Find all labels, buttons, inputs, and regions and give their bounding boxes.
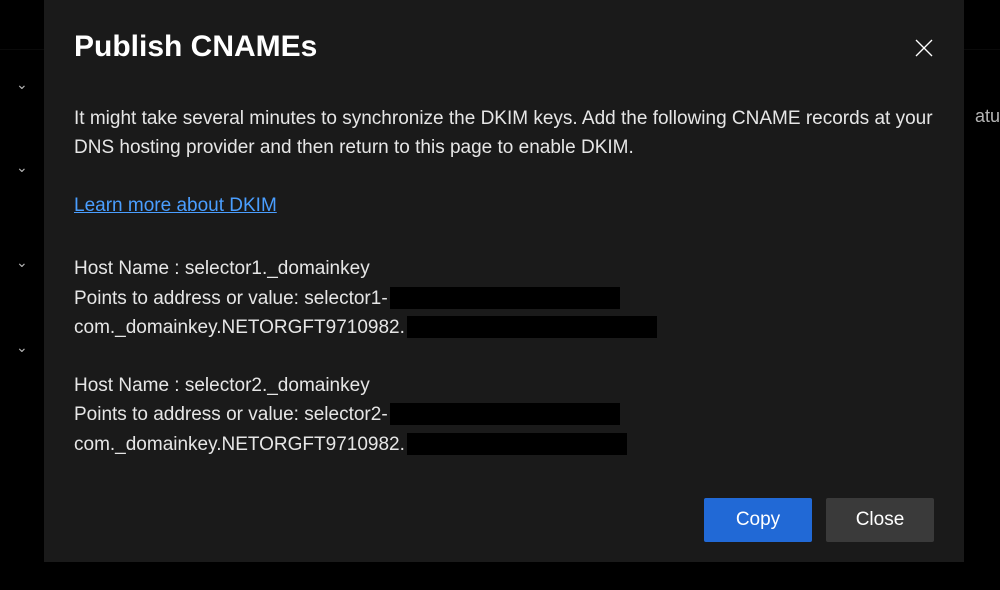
redacted-block	[390, 287, 620, 309]
modal-header: Publish CNAMEs	[74, 30, 934, 64]
points-to-line1: Points to address or value: selector1-	[74, 284, 934, 313]
modal-title: Publish CNAMEs	[74, 30, 317, 64]
host-name-label: Host Name : selector1._domainkey	[74, 254, 934, 283]
host-name-label: Host Name : selector2._domainkey	[74, 371, 934, 400]
learn-more-link[interactable]: Learn more about DKIM	[74, 191, 277, 220]
points-line2-text: com._domainkey.NETORGFT9710982.	[74, 317, 405, 338]
chevron-down-icon: ⌄	[16, 159, 28, 176]
points-prefix: Points to address or value: selector2-	[74, 404, 388, 425]
modal-description: It might take several minutes to synchro…	[74, 104, 934, 163]
cname-record-1: Host Name : selector1._domainkey Points …	[74, 254, 934, 342]
points-line2-text: com._domainkey.NETORGFT9710982.	[74, 434, 405, 455]
cname-record-2: Host Name : selector2._domainkey Points …	[74, 371, 934, 459]
close-button[interactable]: Close	[826, 498, 934, 542]
modal-footer: Copy Close	[74, 488, 934, 542]
chevron-down-icon: ⌄	[16, 339, 28, 356]
chevron-down-icon: ⌄	[16, 76, 28, 93]
chevron-down-icon: ⌄	[16, 254, 28, 271]
points-prefix: Points to address or value: selector1-	[74, 288, 388, 309]
close-icon[interactable]	[914, 38, 934, 58]
modal-body: It might take several minutes to synchro…	[74, 104, 934, 488]
bg-partial-text: atu	[975, 106, 1000, 127]
copy-button[interactable]: Copy	[704, 498, 812, 542]
points-to-line1: Points to address or value: selector2-	[74, 400, 934, 429]
redacted-block	[407, 433, 627, 455]
publish-cnames-modal: Publish CNAMEs It might take several min…	[44, 0, 964, 562]
redacted-block	[407, 316, 657, 338]
points-to-line2: com._domainkey.NETORGFT9710982.	[74, 313, 934, 342]
redacted-block	[390, 403, 620, 425]
points-to-line2: com._domainkey.NETORGFT9710982.	[74, 430, 934, 459]
